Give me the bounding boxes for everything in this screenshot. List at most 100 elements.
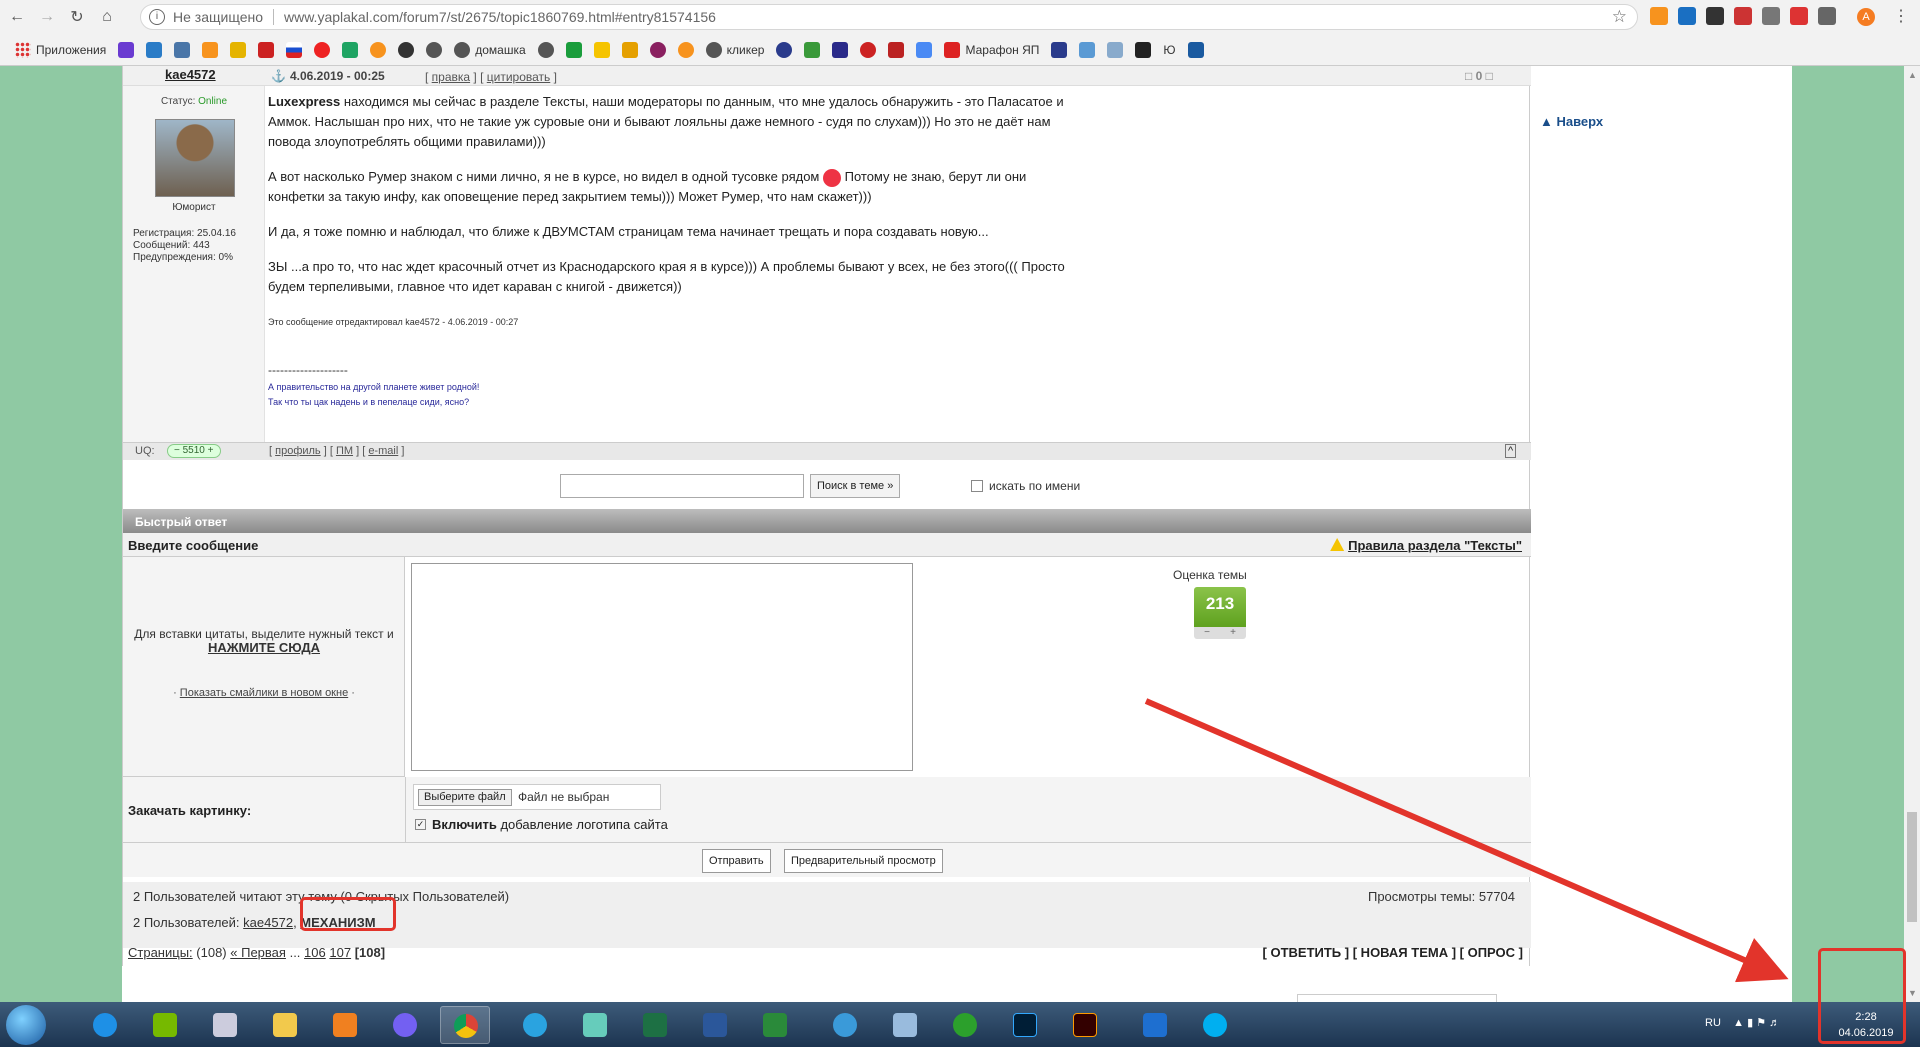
bookmark-item[interactable]	[857, 39, 879, 61]
bookmark-item[interactable]	[885, 39, 907, 61]
scroll-to-top-link[interactable]: ▲ Наверх	[1540, 114, 1603, 129]
bookmark-apps[interactable]: Приложения	[12, 39, 109, 61]
flag-icon[interactable]: ⚑	[1756, 1017, 1766, 1029]
scrollbar-thumb[interactable]	[1907, 812, 1917, 922]
taskbar-camtasia[interactable]	[750, 1006, 800, 1044]
taskbar-explorer[interactable]	[260, 1006, 310, 1044]
page-link-106[interactable]: 106	[304, 945, 326, 960]
scroll-up-icon[interactable]: ▲	[1908, 70, 1917, 80]
taskbar-skype[interactable]	[1190, 1006, 1240, 1044]
url-text[interactable]: www.yaplakal.com/forum7/st/2675/topic186…	[284, 9, 716, 25]
bookmark-item[interactable]	[423, 39, 445, 61]
bookmark-item[interactable]: кликер	[703, 39, 768, 61]
bookmark-item[interactable]	[227, 39, 249, 61]
search-button[interactable]: Поиск в теме »	[810, 474, 901, 498]
odnoklassniki-ext-icon[interactable]	[1650, 7, 1668, 25]
taskbar-calculator[interactable]	[200, 1006, 250, 1044]
notification-ext-icon[interactable]	[1790, 7, 1808, 25]
bookmark-item[interactable]	[913, 39, 935, 61]
forward-icon[interactable]: →	[34, 4, 60, 30]
language-indicator[interactable]: RU	[1705, 1017, 1721, 1029]
bookmark-item[interactable]	[1185, 39, 1207, 61]
user-link[interactable]: kae4572	[243, 915, 293, 930]
search-by-name[interactable]: искать по имени	[971, 479, 1080, 493]
logo-toggle[interactable]: ✓ Включить добавление логотипа сайта	[415, 817, 668, 832]
bookmark-item[interactable]	[773, 39, 795, 61]
checkbox-checked[interactable]: ✓	[415, 819, 426, 830]
profile-link[interactable]: профиль	[275, 445, 321, 457]
section-rules-link[interactable]: Правила раздела "Тексты"	[1330, 538, 1522, 553]
bookmark-item[interactable]	[675, 39, 697, 61]
taskbar-ie[interactable]	[80, 1006, 130, 1044]
post-author-link[interactable]: kae4572	[165, 67, 216, 82]
taskbar-app[interactable]	[570, 1006, 620, 1044]
search-input[interactable]	[560, 474, 804, 498]
taskbar-viber[interactable]	[380, 1006, 430, 1044]
show-smiles-link[interactable]: Показать смайлики в новом окне	[180, 687, 348, 699]
bookmark-item[interactable]: Ю	[1160, 39, 1178, 61]
taskbar-player[interactable]	[820, 1006, 870, 1044]
ext-gray-icon[interactable]	[1762, 7, 1780, 25]
mail-ext-icon[interactable]	[1734, 7, 1752, 25]
new-topic-button[interactable]: [ НОВАЯ ТЕМА ]	[1353, 945, 1456, 960]
bookmark-item[interactable]	[535, 39, 557, 61]
menu-icon[interactable]: ⋮	[1893, 6, 1909, 26]
taskbar-nvidia[interactable]	[140, 1006, 190, 1044]
bookmark-item[interactable]	[1076, 39, 1098, 61]
message-textarea[interactable]	[411, 563, 913, 771]
taskbar-excel[interactable]	[630, 1006, 680, 1044]
taskbar-media[interactable]	[320, 1006, 370, 1044]
signal-icon[interactable]: ▮	[1747, 1017, 1753, 1029]
click-here-link[interactable]: НАЖМИТЕ СЮДА	[208, 640, 320, 655]
bookmark-item[interactable]	[339, 39, 361, 61]
bookmark-item[interactable]	[591, 39, 613, 61]
calendar-ext-icon[interactable]	[1706, 7, 1724, 25]
rating-minus-button[interactable]: −	[1204, 627, 1210, 639]
bookmark-item[interactable]	[619, 39, 641, 61]
poll-button[interactable]: [ ОПРОС ]	[1460, 945, 1523, 960]
bookmark-item[interactable]	[801, 39, 823, 61]
page-scrollbar[interactable]: ▲ ▼	[1904, 66, 1920, 1002]
bookmark-item[interactable]	[255, 39, 277, 61]
bookmark-item[interactable]	[199, 39, 221, 61]
taskbar-illustrator[interactable]	[1060, 1006, 1110, 1044]
puzzle-ext-icon[interactable]	[1818, 7, 1836, 25]
home-icon[interactable]: ⌂	[94, 4, 120, 30]
quote-link[interactable]: цитировать	[487, 70, 551, 84]
reply-button[interactable]: [ ОТВЕТИТЬ ]	[1263, 945, 1350, 960]
bookmark-item[interactable]	[171, 39, 193, 61]
bookmark-item[interactable]	[647, 39, 669, 61]
bookmark-item[interactable]	[115, 39, 137, 61]
anchor-icon[interactable]: ⚓	[271, 69, 286, 83]
address-bar[interactable]: i Не защищено www.yaplakal.com/forum7/st…	[140, 4, 1638, 30]
uq-badge[interactable]: − 5510 +	[167, 444, 221, 458]
back-icon[interactable]: ←	[4, 4, 30, 30]
bookmark-item[interactable]: домашка	[451, 39, 528, 61]
bookmark-item[interactable]	[1048, 39, 1070, 61]
profile-avatar[interactable]: A	[1857, 8, 1875, 26]
taskbar-word[interactable]	[690, 1006, 740, 1044]
avatar[interactable]	[155, 119, 235, 197]
tray-arrow-icon[interactable]: ▲	[1733, 1017, 1744, 1029]
bookmark-item[interactable]: Марафон ЯП	[941, 39, 1042, 61]
bookmark-item[interactable]	[829, 39, 851, 61]
taskbar-photoshop[interactable]	[1000, 1006, 1050, 1044]
scroll-down-icon[interactable]: ▼	[1908, 988, 1917, 998]
bookmark-item[interactable]	[367, 39, 389, 61]
rating-plus-button[interactable]: +	[1230, 627, 1236, 639]
info-icon[interactable]: i	[149, 9, 165, 25]
choose-file-button[interactable]: Выберите файл	[418, 789, 512, 806]
taskbar-telegram[interactable]	[510, 1006, 560, 1044]
taskbar-notepad[interactable]	[880, 1006, 930, 1044]
send-button[interactable]: Отправить	[702, 849, 771, 873]
bookmark-star-icon[interactable]: ☆	[1612, 7, 1627, 27]
bookmark-item[interactable]	[283, 39, 305, 61]
email-link[interactable]: e-mail	[368, 445, 398, 457]
pages-label[interactable]: Страницы:	[128, 945, 193, 960]
taskbar-chrome[interactable]	[440, 1006, 490, 1044]
page-link-107[interactable]: 107	[329, 945, 351, 960]
volume-icon[interactable]: ♬	[1769, 1017, 1780, 1029]
to-top-button[interactable]: ^	[1505, 444, 1517, 458]
bookmark-item[interactable]	[1132, 39, 1154, 61]
file-input[interactable]: Выберите файл Файл не выбран	[413, 784, 661, 810]
